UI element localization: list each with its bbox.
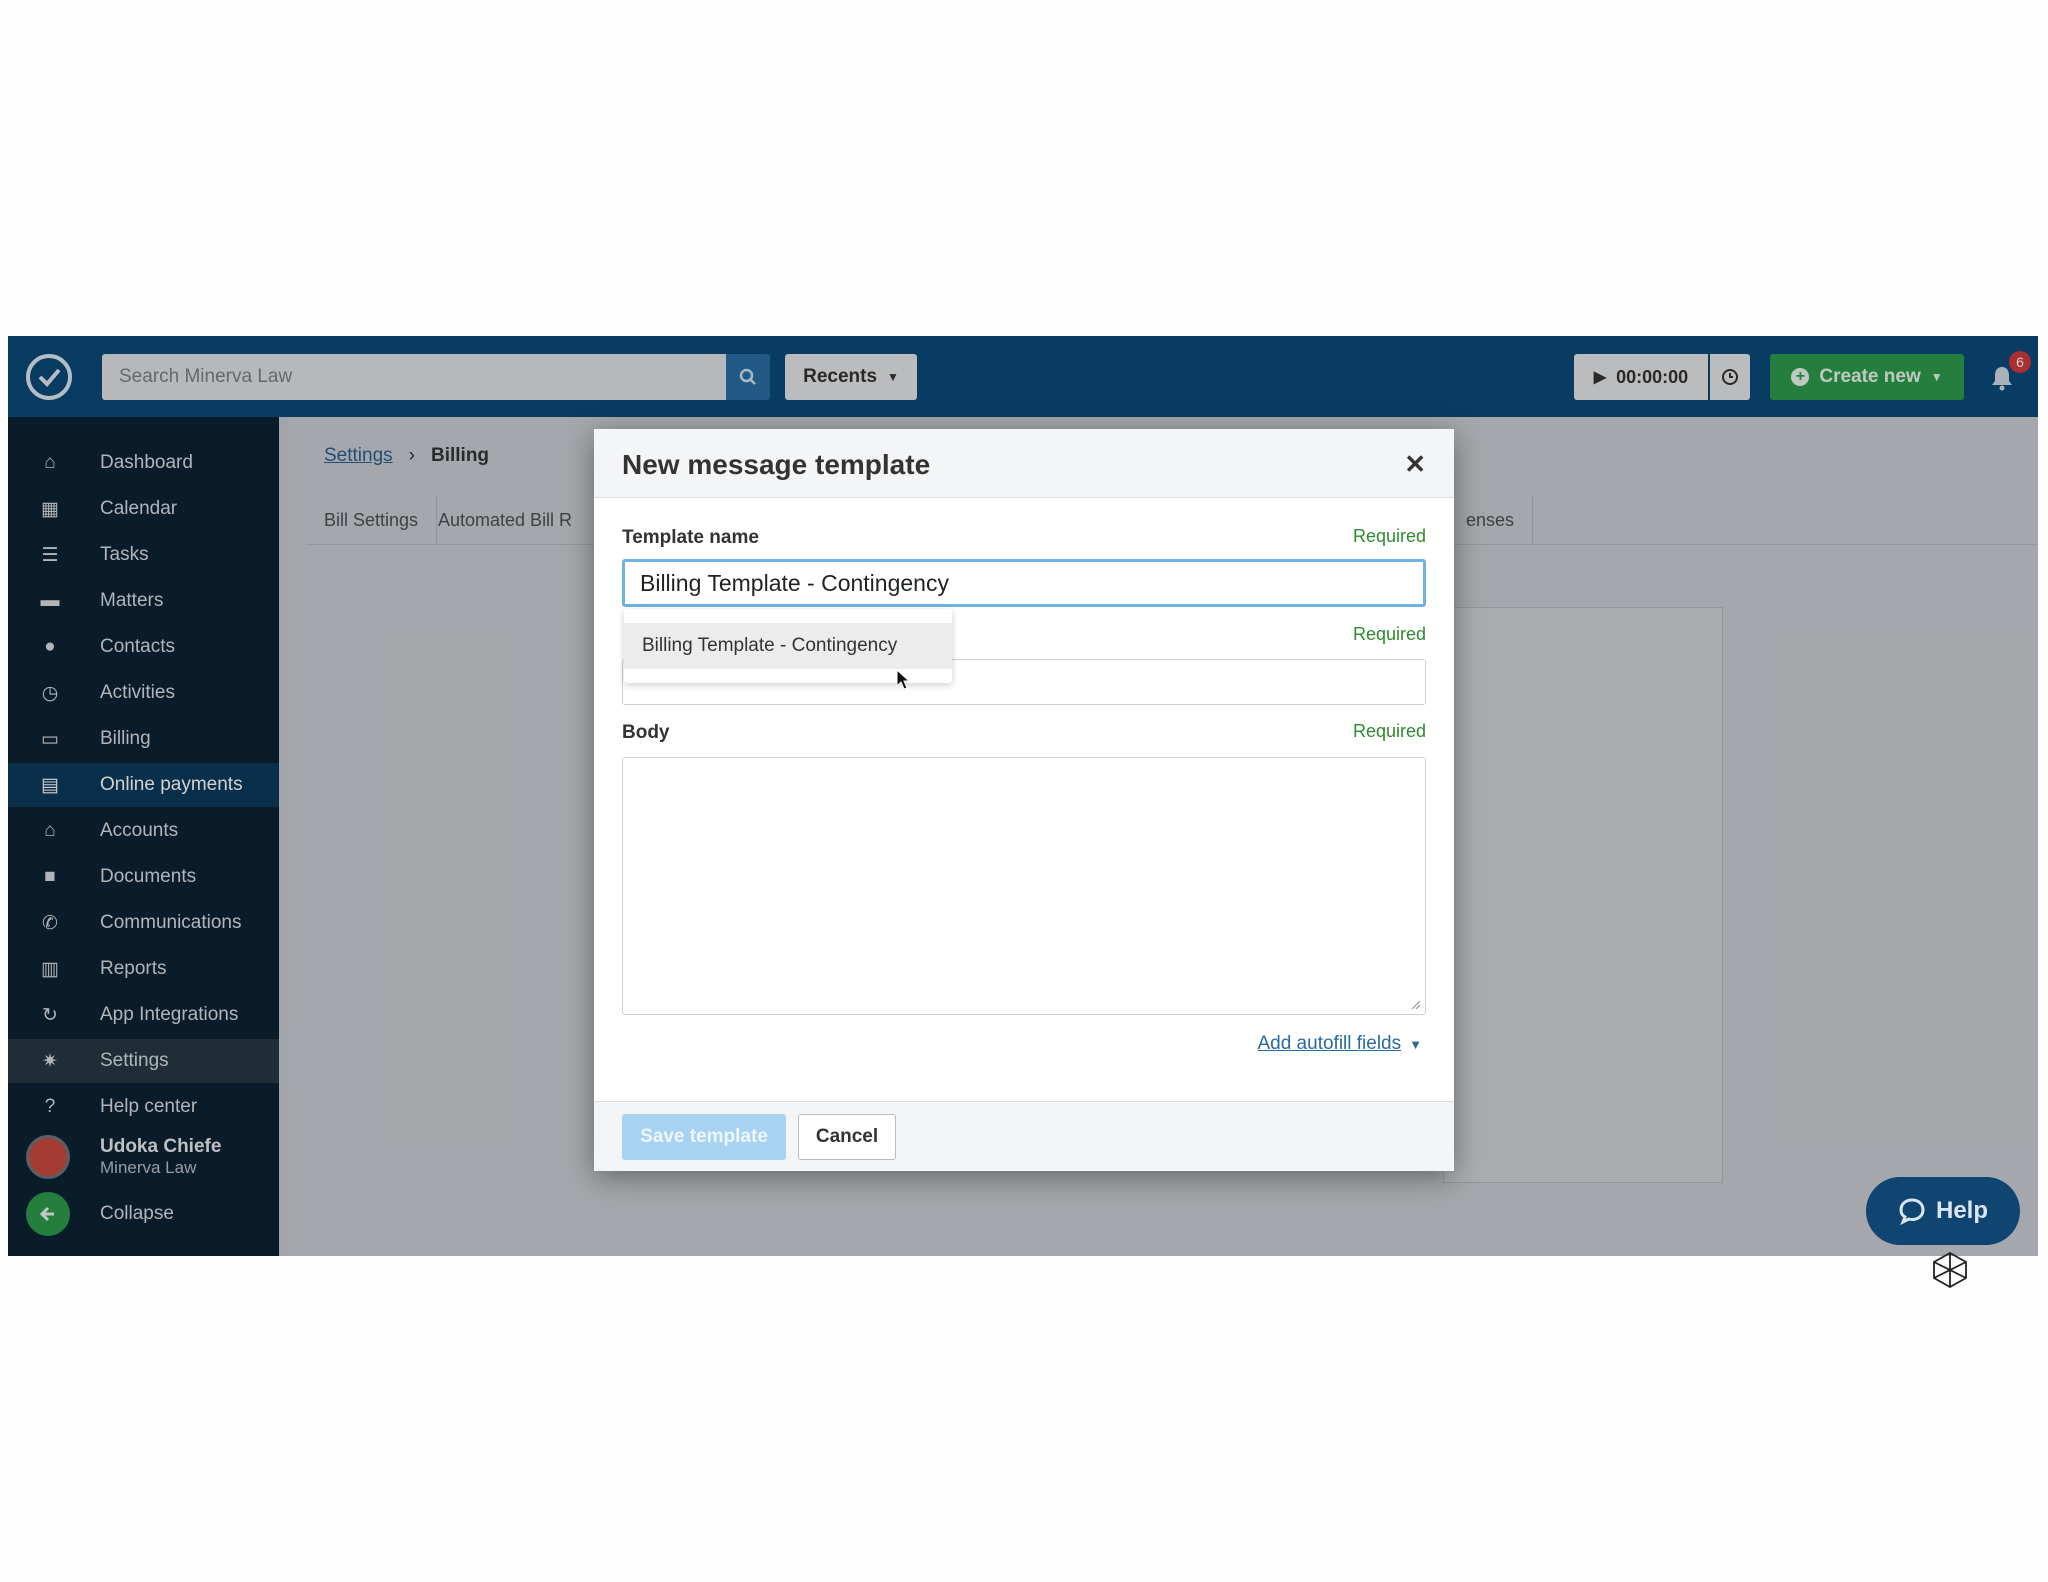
- help-button[interactable]: Help: [1866, 1177, 2020, 1245]
- body-required: Required: [1352, 721, 1426, 741]
- autocomplete-suggestion[interactable]: Billing Template - Contingency: [624, 623, 952, 669]
- add-autofill-fields-link[interactable]: Add autofill fields ▼: [1257, 1033, 1422, 1055]
- modal-backdrop-side: [8, 417, 279, 1256]
- app-window: Search Minerva Law Recents ▼ ▶ 00:00:00 …: [8, 336, 2038, 1256]
- template-name-label: Template name: [622, 527, 759, 548]
- body-textarea[interactable]: [622, 757, 1426, 1015]
- dialog-title: New message template: [622, 449, 931, 480]
- modal-backdrop-top: [8, 336, 2038, 417]
- dialog-footer: Save template Cancel: [594, 1101, 1454, 1171]
- help-label: Help: [1935, 1197, 1988, 1224]
- cancel-button[interactable]: Cancel: [798, 1114, 896, 1160]
- mouse-cursor-icon: [896, 669, 911, 690]
- resize-handle-icon[interactable]: [1409, 998, 1421, 1010]
- cube-logo-icon: [1933, 1251, 1967, 1289]
- new-message-template-dialog: New message template ✕ Template name Req…: [594, 429, 1454, 1171]
- save-template-button[interactable]: Save template: [622, 1114, 786, 1160]
- template-name-input[interactable]: Billing Template - Contingency: [622, 559, 1426, 607]
- autofill-label: Add autofill fields: [1257, 1033, 1402, 1054]
- chat-bubble-icon: [1899, 1198, 1925, 1225]
- template-name-required: Required: [1352, 526, 1426, 546]
- dialog-header: New message template ✕: [594, 429, 1454, 498]
- caret-down-icon: ▼: [1409, 1036, 1422, 1052]
- subject-required: Required: [1352, 624, 1426, 644]
- body-label: Body: [622, 722, 670, 743]
- close-icon[interactable]: ✕: [1404, 449, 1426, 480]
